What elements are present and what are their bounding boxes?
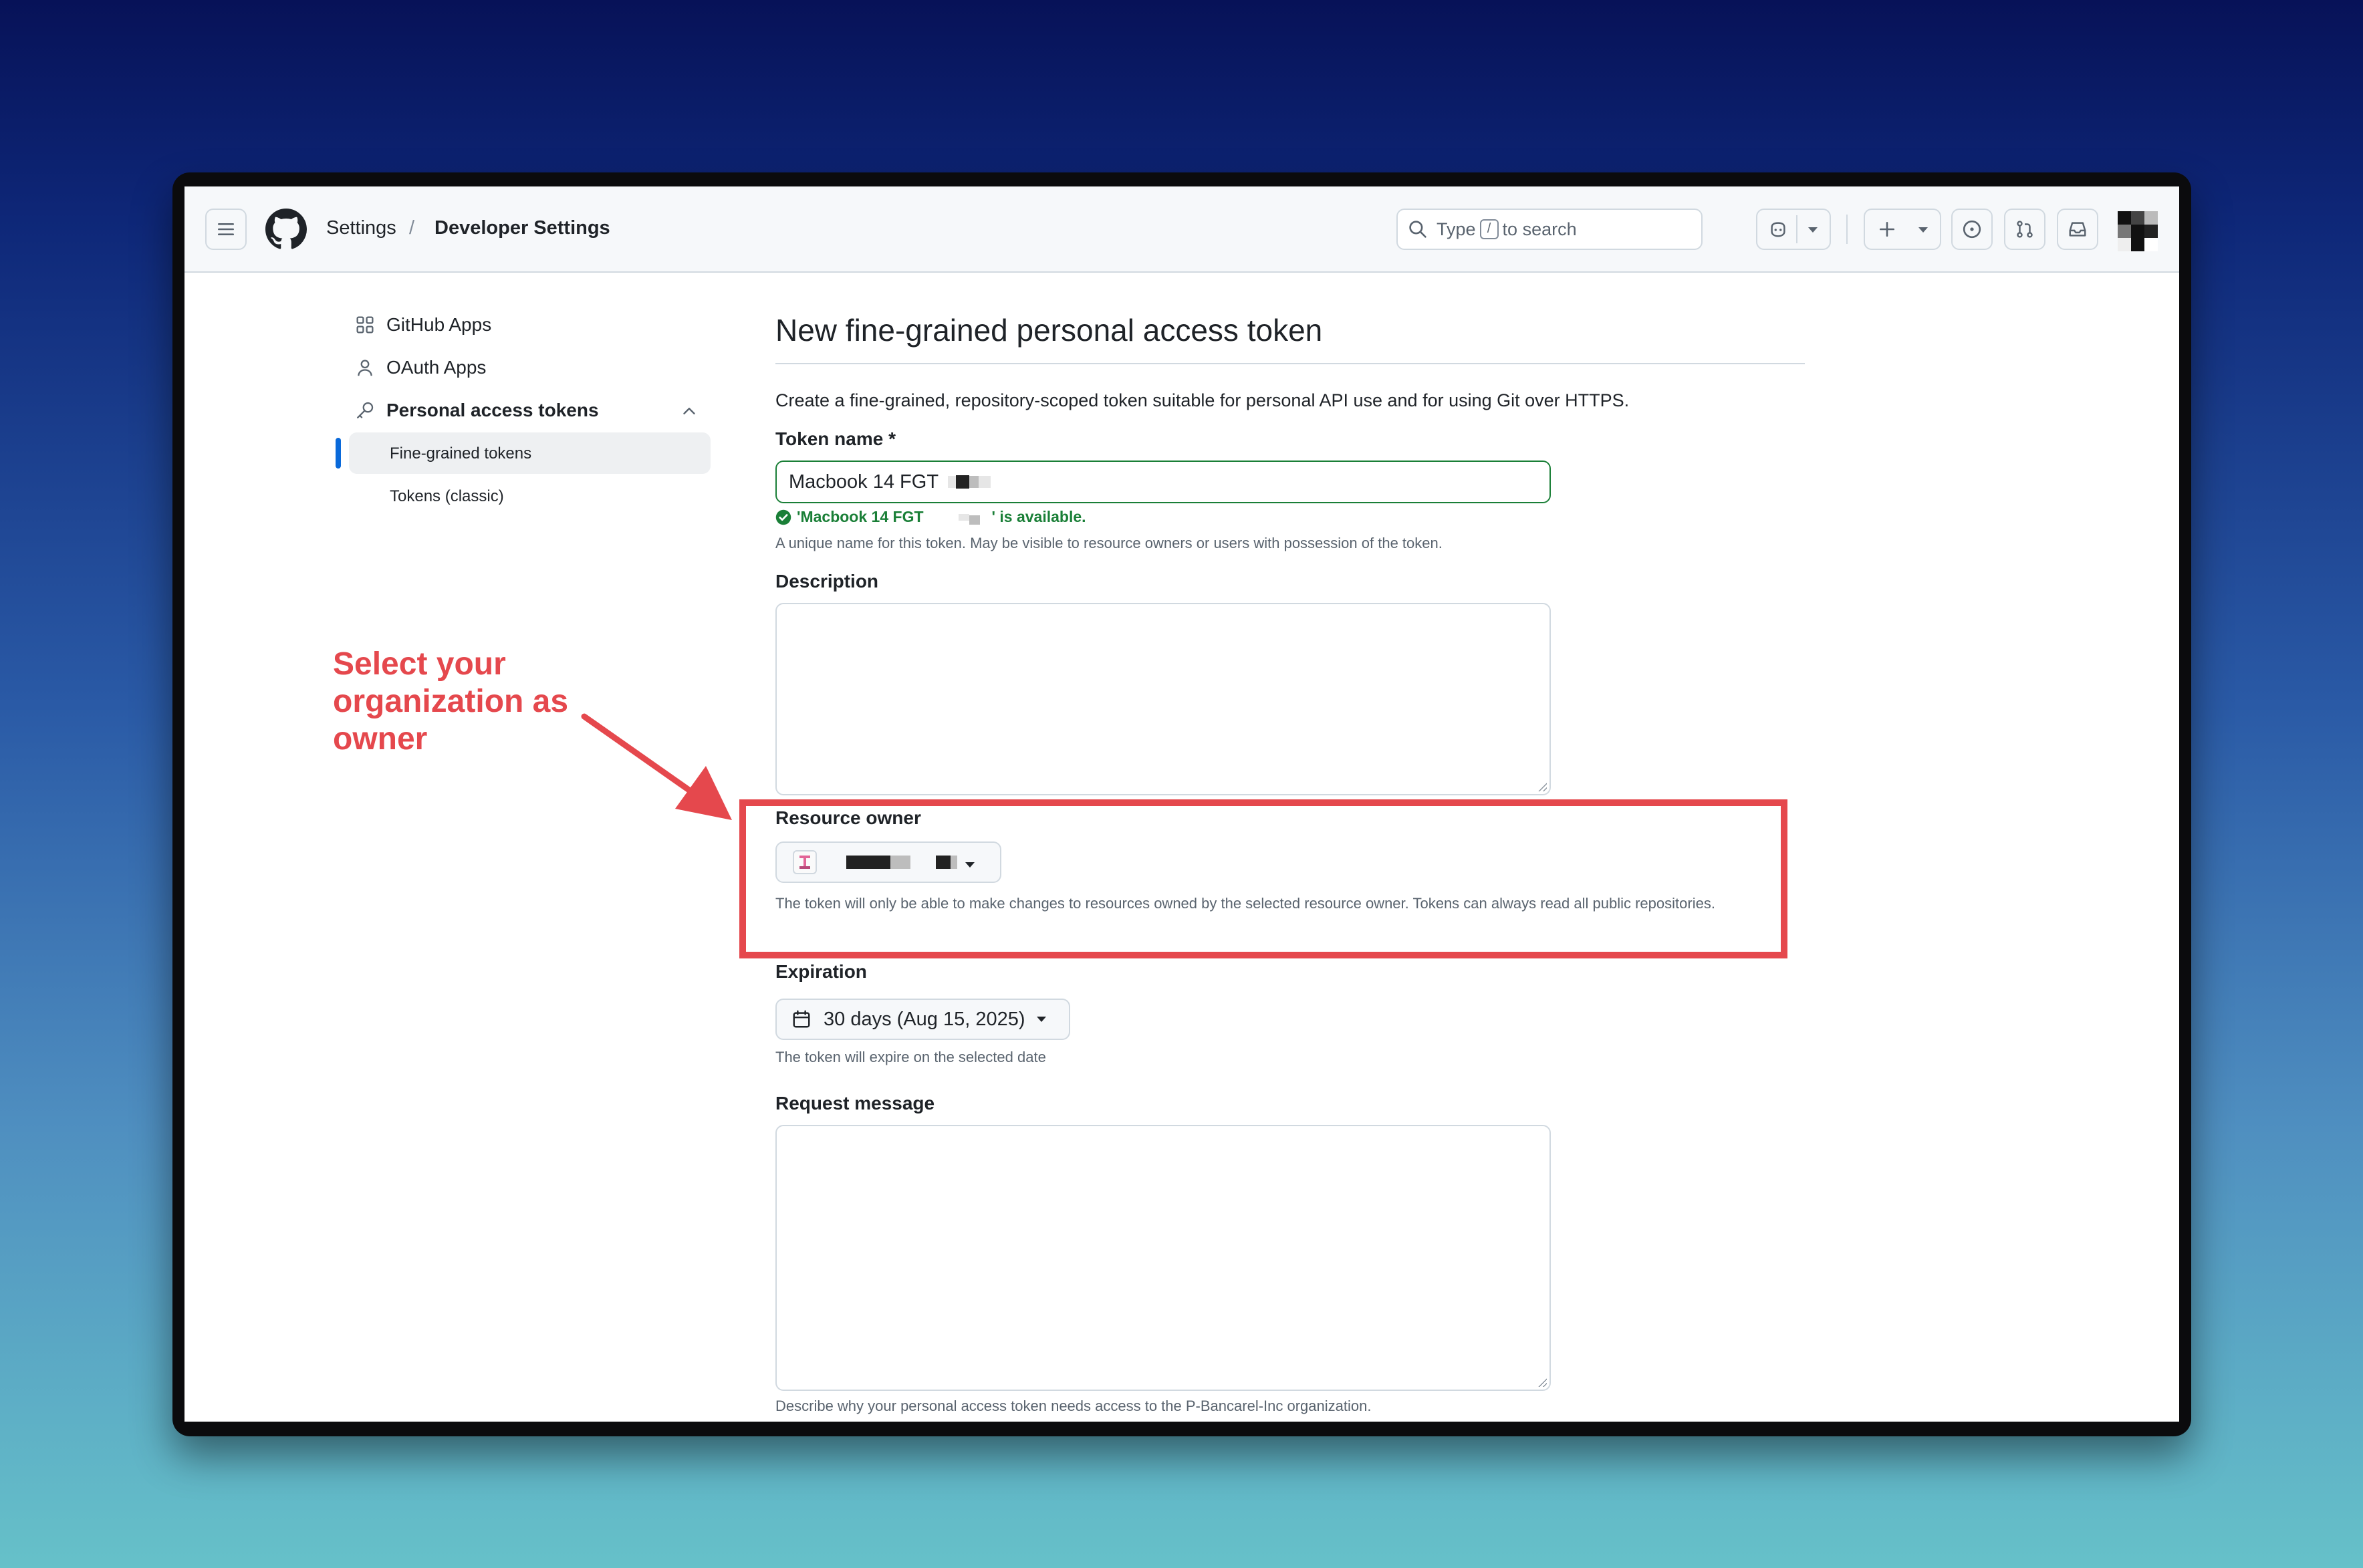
expiration-value: 30 days (Aug 15, 2025) xyxy=(824,1008,1025,1030)
issue-icon xyxy=(1963,220,1981,239)
redacted-text xyxy=(969,476,979,488)
token-available-suffix: ' is available. xyxy=(991,508,1086,525)
search-icon xyxy=(1409,221,1426,238)
sidebar-item-fine-grained-tokens[interactable]: Fine-grained tokens xyxy=(390,444,531,463)
person-icon xyxy=(358,360,372,376)
chevron-down-icon xyxy=(1808,227,1818,233)
github-logo-icon[interactable] xyxy=(265,209,307,250)
create-new-button[interactable] xyxy=(1864,209,1941,250)
expiration-label: Expiration xyxy=(775,961,867,982)
token-name-value: Macbook 14 FGT xyxy=(789,471,939,493)
menu-button[interactable] xyxy=(205,209,247,250)
request-message-label: Request message xyxy=(775,1093,935,1114)
sidebar-item-github-apps[interactable]: GitHub Apps xyxy=(356,314,491,336)
token-name-label: Token name * xyxy=(775,428,896,449)
breadcrumb-developer-settings[interactable]: Developer Settings xyxy=(434,217,610,239)
copilot-icon xyxy=(1771,222,1785,237)
check-circle-icon xyxy=(775,509,791,525)
pull-request-icon xyxy=(2017,221,2033,238)
apps-icon xyxy=(356,316,374,334)
redacted-text xyxy=(948,476,957,488)
intro-text: Create a fine-grained, repository-scoped… xyxy=(775,390,1630,410)
inbox-icon xyxy=(2069,222,2086,237)
annotation-arrow-icon xyxy=(581,713,732,820)
search-input[interactable]: Type / to search xyxy=(1396,209,1703,250)
avatar[interactable] xyxy=(2118,211,2158,251)
chevron-down-icon xyxy=(1037,1017,1047,1022)
search-suffix: to search xyxy=(1502,219,1577,239)
token-available-prefix: 'Macbook 14 FGT xyxy=(797,508,924,525)
hamburger-icon xyxy=(218,223,234,235)
plus-icon xyxy=(1879,221,1895,237)
search-prefix: Type xyxy=(1437,219,1476,239)
sidebar-item-oauth-apps[interactable]: OAuth Apps xyxy=(356,357,486,378)
issues-button[interactable] xyxy=(1951,209,1993,250)
copilot-button[interactable] xyxy=(1756,209,1831,250)
sidebar-item-label: Personal access tokens xyxy=(386,400,599,420)
chevron-up-icon[interactable] xyxy=(681,404,697,418)
redacted-text xyxy=(958,513,969,521)
description-textarea[interactable] xyxy=(775,603,1551,795)
key-icon xyxy=(357,402,374,418)
redacted-text xyxy=(956,475,970,489)
page-title: New fine-grained personal access token xyxy=(775,313,1323,348)
sidebar-item-label: GitHub Apps xyxy=(386,314,492,335)
breadcrumb-separator: / xyxy=(409,217,415,239)
request-message-note: Describe why your personal access token … xyxy=(775,1398,1372,1414)
token-available-message: 'Macbook 14 FGT ' is available. xyxy=(775,508,1086,526)
expiration-note: The token will expire on the selected da… xyxy=(775,1049,1046,1065)
breadcrumb-settings[interactable]: Settings xyxy=(326,217,396,239)
chevron-down-icon xyxy=(1918,227,1928,233)
resize-grip-icon[interactable] xyxy=(1537,1378,1547,1387)
header-divider xyxy=(1846,215,1848,244)
title-divider xyxy=(775,363,1805,364)
sidebar-item-personal-access-tokens[interactable]: Personal access tokens xyxy=(356,400,599,421)
inbox-button[interactable] xyxy=(2057,209,2098,250)
expiration-select[interactable]: 30 days (Aug 15, 2025) xyxy=(775,999,1070,1040)
sidebar-item-label: OAuth Apps xyxy=(386,357,487,378)
description-label: Description xyxy=(775,571,879,592)
redacted-text xyxy=(969,515,980,525)
token-name-note: A unique name for this token. May be vis… xyxy=(775,535,1443,551)
sidebar-active-marker xyxy=(336,438,341,469)
calendar-icon xyxy=(793,1010,810,1028)
redacted-text xyxy=(979,476,991,488)
search-shortcut-key: / xyxy=(1479,219,1499,239)
pull-requests-button[interactable] xyxy=(2004,209,2045,250)
resize-grip-icon[interactable] xyxy=(1537,782,1547,791)
annotation-highlight-box xyxy=(739,799,1787,958)
sidebar-item-tokens-classic[interactable]: Tokens (classic) xyxy=(390,487,504,506)
request-message-textarea[interactable] xyxy=(775,1125,1551,1391)
token-name-field[interactable]: Macbook 14 FGT xyxy=(775,461,1551,503)
annotation-text: Select your organization as owner xyxy=(333,646,569,757)
top-header: Settings / Developer Settings Type / to … xyxy=(184,186,2179,273)
